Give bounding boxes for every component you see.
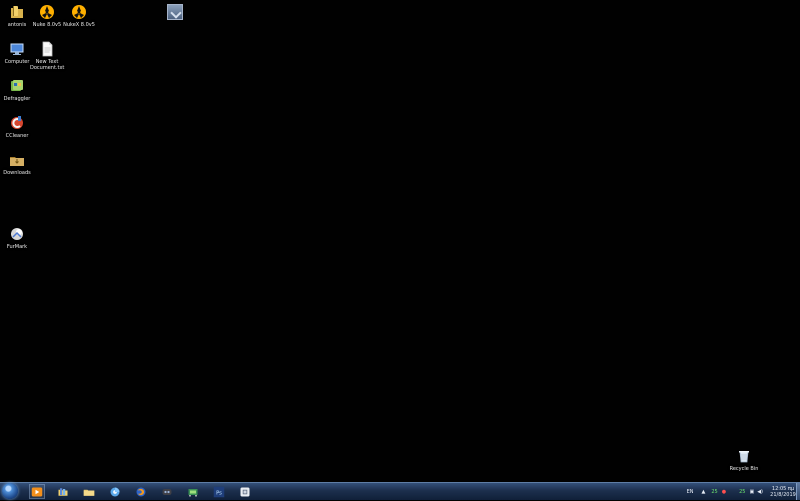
system-tray: EN ▲ 25 ● 25 ▣ ◀) 12:05 πμ 21/8/2019 xyxy=(687,483,798,501)
clock-date: 21/8/2019 xyxy=(770,492,796,498)
nukex-icon xyxy=(72,5,86,19)
desktop-icon-antonis[interactable]: antonis xyxy=(0,4,34,28)
furmark-icon xyxy=(11,228,23,240)
desktop-icon-label: Recycle Bin xyxy=(729,466,759,472)
explorer-libraries-icon xyxy=(58,487,68,496)
desktop-icon-label: CCleaner xyxy=(5,133,29,139)
desktop-icon-downloads[interactable]: Downloads xyxy=(0,152,34,176)
taskbar: Ps EN ▲ 25 ● 25 ▣ ◀) 12:05 πμ 21/8/2019 xyxy=(0,482,800,500)
game-icon xyxy=(162,488,172,495)
volume-icon[interactable]: ◀) xyxy=(757,489,763,495)
taskbar-item-utility[interactable] xyxy=(237,484,253,499)
taskbar-item-explorer-libraries[interactable] xyxy=(55,484,71,499)
desktop-icon-label: antonis xyxy=(7,22,27,28)
desktop-background: antonis Nuke 8.0v5 NukeX 8.0v5 Computer xyxy=(0,0,800,482)
desktop-icon-furmark[interactable]: FurMark xyxy=(0,226,34,250)
tray-meter-right: 25 xyxy=(739,489,746,495)
browser-icon xyxy=(110,487,120,496)
desktop-icon-recycle-bin[interactable]: Recycle Bin xyxy=(727,448,761,472)
show-desktop-button[interactable] xyxy=(796,483,800,500)
network-icon[interactable]: ▣ xyxy=(749,489,754,495)
desktop-icon-nukex[interactable]: NukeX 8.0v5 xyxy=(62,4,96,28)
desktop-icon-computer[interactable]: Computer xyxy=(0,41,34,65)
desktop-icon-label: Downloads xyxy=(3,170,31,176)
taskbar-item-firefox[interactable] xyxy=(133,484,149,499)
taskbar-item-media-player[interactable] xyxy=(29,484,45,499)
ccleaner-icon xyxy=(11,116,23,129)
desktop-icon-defraggler[interactable]: Defraggler xyxy=(0,78,34,102)
taskbar-item-gpu-tool[interactable] xyxy=(185,484,201,499)
desktop-icon-text-document[interactable]: New Text Document.txt xyxy=(30,41,64,71)
computer-icon xyxy=(10,43,24,55)
clock[interactable]: 12:05 πμ 21/8/2019 xyxy=(768,486,798,498)
gpu-tool-icon xyxy=(188,488,198,496)
folder-icon xyxy=(83,489,95,496)
start-button[interactable] xyxy=(2,483,18,499)
desktop-icon-label: Defraggler xyxy=(3,96,31,102)
taskbar-item-folder[interactable] xyxy=(81,484,97,499)
taskbar-item-browser[interactable] xyxy=(107,484,123,499)
recycle-bin-icon xyxy=(739,451,749,463)
defraggler-icon xyxy=(11,80,23,91)
desktop-icon-ccleaner[interactable]: CCleaner xyxy=(0,115,34,139)
desktop-icon-label: FurMark xyxy=(6,244,28,250)
downloads-folder-icon xyxy=(10,157,24,166)
svg-text:Ps: Ps xyxy=(216,490,222,496)
desktop-icon-label: Nuke 8.0v5 xyxy=(32,22,62,28)
tray-meter-left: 25 xyxy=(711,489,718,495)
nuke-icon xyxy=(40,5,54,19)
taskbar-item-game[interactable] xyxy=(159,484,175,499)
language-indicator[interactable]: EN xyxy=(687,489,694,495)
text-document-icon xyxy=(42,41,53,57)
user-folder-icon xyxy=(11,6,23,18)
desktop-icon-label: Computer xyxy=(4,59,30,65)
tray-alert-icon[interactable]: ● xyxy=(722,489,726,495)
photoshop-icon: Ps xyxy=(213,486,225,497)
desktop-icon-label: New Text Document.txt xyxy=(30,59,65,71)
firefox-icon xyxy=(136,487,146,496)
taskbar-item-photoshop[interactable]: Ps xyxy=(211,484,227,499)
media-player-icon xyxy=(31,487,43,496)
desktop-icon-label: NukeX 8.0v5 xyxy=(63,22,95,28)
tray-overflow-icon[interactable]: ▲ xyxy=(701,489,705,495)
utility-icon xyxy=(240,487,250,496)
gadget-icon[interactable] xyxy=(167,4,183,20)
desktop-icon-nuke[interactable]: Nuke 8.0v5 xyxy=(30,4,64,28)
